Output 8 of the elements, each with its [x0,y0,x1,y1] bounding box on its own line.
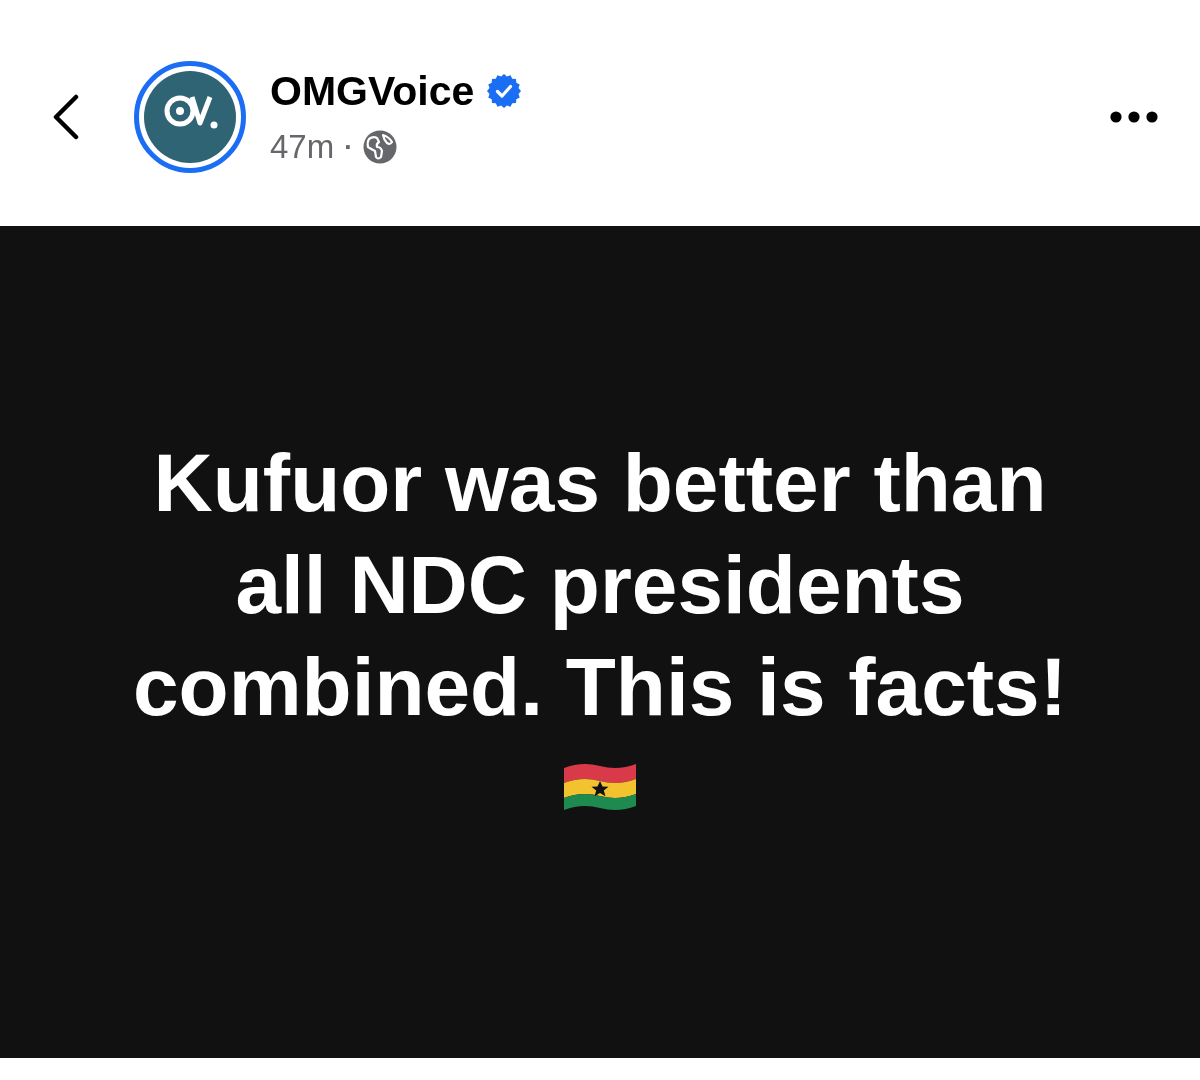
more-options-icon[interactable] [1110,111,1158,123]
avatar-icon[interactable] [134,61,246,173]
separator: · [344,131,353,164]
back-icon[interactable] [52,94,80,140]
globe-icon[interactable] [362,130,397,164]
post-time[interactable]: 47m [270,127,335,167]
account-name[interactable]: OMGVoice [270,67,475,115]
post-text: Kufuor was better than all NDC presidents combined. This is facts! [131,436,1069,734]
